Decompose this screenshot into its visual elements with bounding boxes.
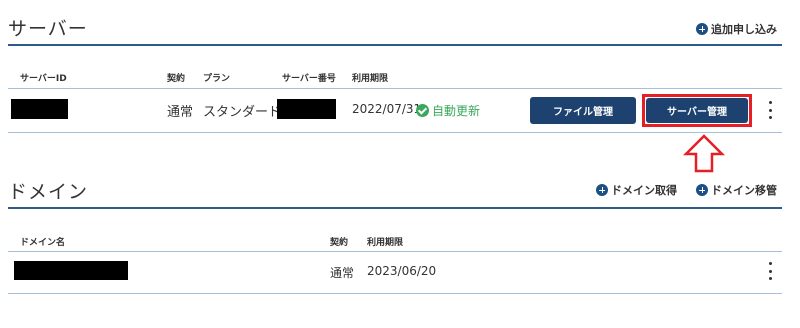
server-manager-button[interactable]: サーバー管理: [646, 98, 748, 123]
col-domain-name: ドメイン名: [20, 238, 66, 248]
col-period: 利用期限: [352, 74, 389, 84]
server-period-cell: 2022/07/31: [352, 102, 422, 116]
plus-circle-icon: [596, 184, 608, 196]
server-number-redacted: [277, 99, 336, 119]
col-contract: 契約: [167, 74, 186, 84]
server-row-rule: [8, 132, 782, 133]
col-domain-period: 利用期限: [367, 238, 404, 248]
server-plan-cell: スタンダード: [203, 105, 282, 120]
col-server-number: サーバー番号: [282, 74, 336, 84]
acquire-domain-label: ドメイン取得: [611, 184, 677, 197]
server-id-redacted: [11, 99, 68, 119]
col-domain-contract: 契約: [330, 238, 349, 248]
domain-name-redacted: [14, 261, 128, 280]
transfer-domain-label: ドメイン移管: [711, 184, 777, 197]
up-arrow-icon: [682, 134, 726, 173]
plus-circle-icon: [696, 184, 708, 196]
server-contract-cell: 通常: [167, 105, 194, 120]
domain-title-rule: [8, 207, 782, 209]
domain-contract-cell: 通常: [330, 266, 355, 280]
server-title-rule: [8, 44, 782, 46]
domain-header-rule: [8, 251, 782, 252]
domain-row-menu-icon[interactable]: [767, 262, 773, 280]
col-plan: プラン: [203, 74, 231, 84]
auto-renew-status: 自動更新: [416, 102, 480, 119]
acquire-domain-link[interactable]: ドメイン取得: [596, 182, 677, 198]
plus-circle-icon: [696, 23, 708, 35]
col-server-id: サーバーID: [20, 74, 67, 84]
add-application-link[interactable]: 追加申し込み: [696, 21, 777, 37]
check-circle-icon: [416, 104, 429, 117]
server-row-menu-icon[interactable]: [767, 101, 773, 119]
transfer-domain-link[interactable]: ドメイン移管: [696, 182, 777, 198]
auto-renew-label: 自動更新: [432, 104, 481, 118]
domain-row-rule: [8, 293, 782, 294]
domain-section-title: ドメイン: [8, 181, 89, 203]
server-header-rule: [8, 88, 782, 89]
server-section-title: サーバー: [8, 18, 88, 40]
domain-period-cell: 2023/06/20: [367, 264, 437, 278]
add-application-label: 追加申し込み: [711, 23, 777, 36]
file-manager-button[interactable]: ファイル管理: [530, 97, 636, 124]
